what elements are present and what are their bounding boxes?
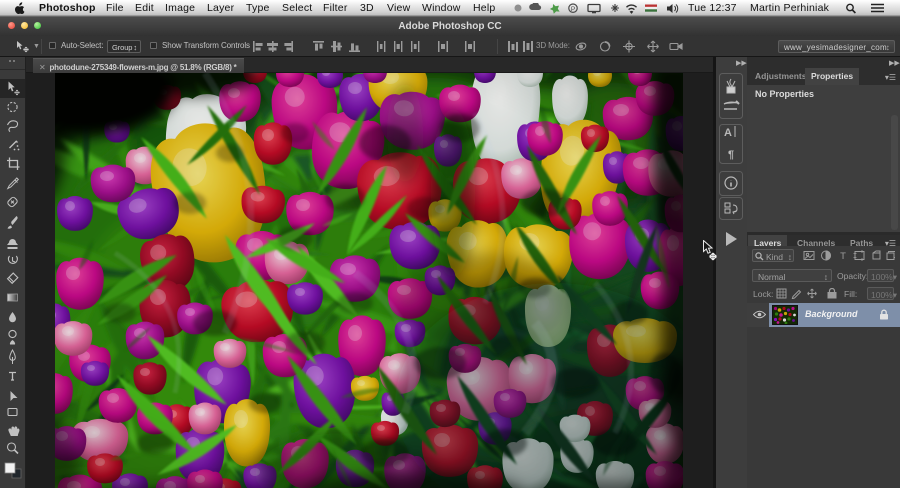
svg-text:¶: ¶ (728, 149, 734, 161)
svg-text:A: A (724, 127, 732, 139)
svg-text:P: P (571, 6, 575, 13)
svg-text:T: T (840, 251, 846, 261)
